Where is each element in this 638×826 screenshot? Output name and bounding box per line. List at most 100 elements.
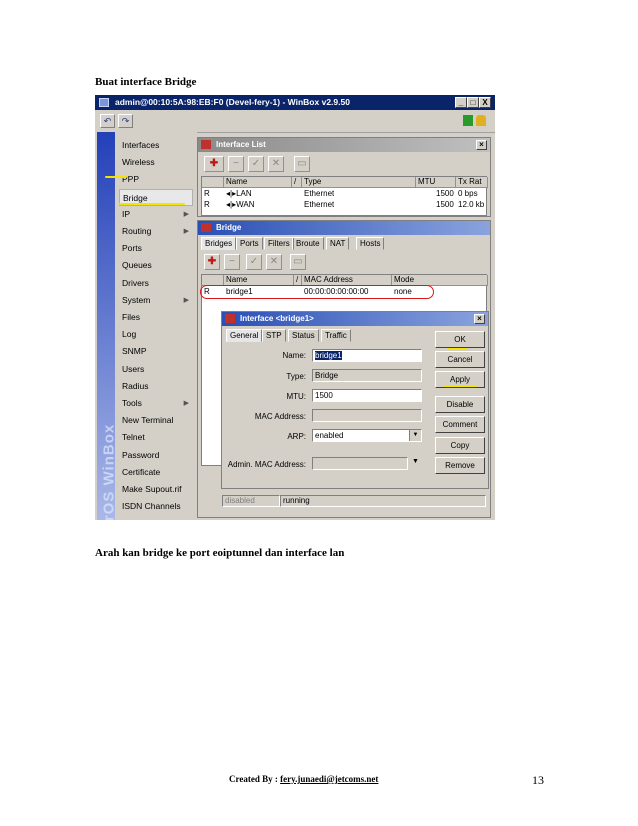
sidebar-item-system[interactable]: System ▶ (119, 292, 193, 309)
sidebar-item-make-supout-rif[interactable]: Make Supout.rif (119, 481, 193, 498)
comment-bridge-icon[interactable]: ▭ (290, 254, 306, 270)
sidebar-item-label: System (122, 294, 151, 305)
winbox-brand-text: erOS WinBox (100, 423, 118, 520)
interface-list-window: Interface List × ✚ − ✓ ✕ ▭ Name / Type M… (197, 137, 491, 217)
footer-email[interactable]: fery.junaedi@jetcoms.net (280, 774, 378, 784)
undo-icon[interactable]: ↶ (100, 114, 115, 128)
interface-table: Name / Type MTU Tx Rat R ◂|▸LAN Ethernet 15… (201, 176, 488, 216)
winbox-toolbar: ↶ ↷ (95, 110, 495, 133)
enable-icon[interactable]: ✓ (248, 156, 264, 172)
interface-list-close-button[interactable]: × (476, 140, 487, 150)
sidebar-item-label: Ports (122, 243, 142, 254)
type-label: Type: (286, 372, 306, 381)
tab-traffic[interactable]: Traffic (321, 329, 351, 342)
sidebar-item-snmp[interactable]: SNMP (119, 343, 193, 360)
ok-highlight-underline (447, 348, 467, 350)
arp-select[interactable]: enabled ▼ (312, 429, 422, 442)
interface-list-icon (201, 140, 211, 149)
tab-stp[interactable]: STP (262, 329, 286, 342)
sidebar-item-label: Telnet (122, 432, 145, 443)
name-header[interactable]: Name (224, 177, 292, 188)
add-bridge-button[interactable]: ✚ (204, 254, 220, 270)
disable-bridge-icon[interactable]: ✕ (266, 254, 282, 270)
tab-status[interactable]: Status (288, 329, 319, 342)
sidebar-item-label: Users (122, 363, 145, 374)
maximize-button[interactable]: □ (467, 97, 479, 108)
add-interface-button[interactable]: ✚ (204, 156, 224, 172)
sidebar-item-routing[interactable]: Routing ▶ (119, 223, 193, 240)
sidebar-item-log[interactable]: Log (119, 326, 193, 343)
row-name[interactable]: ◂|▸WAN (226, 199, 254, 210)
name-field[interactable]: bridge1 (312, 349, 422, 362)
admin-mac-field[interactable] (312, 457, 408, 470)
mtu-field[interactable]: 1500 (312, 389, 422, 402)
winbox-title: admin@00:10:5A:98:EB:F0 (Devel-fery-1) -… (115, 97, 350, 107)
sidebar-item-label: Certificate (122, 466, 161, 477)
sidebar-item-label: Routing (122, 226, 152, 236)
cancel-button[interactable]: Cancel (435, 351, 485, 368)
copy-button[interactable]: Copy (435, 437, 485, 454)
sidebar-item-interfaces[interactable]: Interfaces (119, 137, 193, 154)
tab-filters[interactable]: Filters (264, 237, 294, 250)
sidebar-item-files[interactable]: Files (119, 309, 193, 326)
remove-button[interactable]: Remove (435, 457, 485, 474)
doc-heading-2: Arah kan bridge ke port eoiptunnel dan i… (95, 547, 345, 559)
type-header[interactable]: Type (302, 177, 416, 188)
disable-icon[interactable]: ✕ (268, 156, 284, 172)
winbox-brand: erOS WinBox (97, 132, 118, 520)
row-flag: R (204, 200, 210, 209)
sidebar-item-certificate[interactable]: Certificate (119, 464, 193, 481)
name-value: bridge1 (315, 351, 342, 360)
type-field: Bridge (312, 369, 422, 382)
admin-mac-label: Admin. MAC Address: (227, 460, 306, 469)
submenu-arrow-icon: ▶ (183, 228, 189, 235)
sidebar-item-drivers[interactable]: Drivers (119, 275, 193, 292)
row-name[interactable]: ◂|▸LAN (226, 188, 252, 199)
comment-button[interactable]: Comment (435, 416, 485, 433)
tab-general[interactable]: General (226, 329, 263, 342)
sidebar-item-ppp[interactable]: PPP (119, 171, 193, 188)
tab-ports[interactable]: Ports (236, 237, 263, 250)
enable-bridge-icon[interactable]: ✓ (246, 254, 262, 270)
sidebar-item-wireless[interactable]: Wireless (119, 154, 193, 171)
sidebar-item-tools[interactable]: Tools ▶ (119, 395, 193, 412)
sidebar-item-password[interactable]: Password (119, 447, 193, 464)
sidebar-item-label: Bridge (123, 192, 148, 203)
mtu-header[interactable]: MTU (416, 177, 456, 188)
sidebar-item-radius[interactable]: Radius (119, 378, 193, 395)
admin-mac-dropdown-icon[interactable]: ▼ (412, 458, 419, 465)
arp-dropdown-icon[interactable]: ▼ (409, 430, 421, 441)
sidebar-item-new-terminal[interactable]: New Terminal (119, 412, 193, 429)
ok-button[interactable]: OK (435, 331, 485, 348)
winbox-screenshot: admin@00:10:5A:98:EB:F0 (Devel-fery-1) -… (95, 95, 495, 520)
sidebar-item-label: IP (122, 208, 131, 219)
minimize-button[interactable]: _ (455, 97, 467, 108)
sidebar-item-users[interactable]: Users (119, 361, 193, 378)
tab-hosts[interactable]: Hosts (356, 237, 385, 250)
tab-bridges[interactable]: Bridges (201, 237, 237, 250)
sidebar-item-label: Queues (122, 260, 152, 271)
sidebar-item-isdn-channels[interactable]: ISDN Channels (119, 498, 193, 515)
tx-header[interactable]: Tx Rat (456, 177, 488, 188)
redo-icon[interactable]: ↷ (118, 114, 133, 128)
sidebar-item-ports[interactable]: Ports (119, 240, 193, 257)
interface-dialog-close-button[interactable]: × (474, 314, 485, 324)
row-tx: 12.0 kb (458, 200, 485, 209)
comment-icon[interactable]: ▭ (294, 156, 310, 172)
remove-icon[interactable]: − (228, 156, 244, 172)
sort-header[interactable]: / (292, 177, 302, 188)
sidebar-item-label: Radius (122, 380, 149, 391)
sidebar-item-queues[interactable]: Queues (119, 257, 193, 274)
close-button[interactable]: X (479, 97, 491, 108)
remove-bridge-icon[interactable]: − (224, 254, 240, 270)
tab-broute[interactable]: Broute (292, 237, 324, 250)
sidebar-item-ip[interactable]: IP ▶ (119, 206, 193, 223)
bridge-title: Bridge (216, 223, 242, 232)
lock-icon[interactable] (476, 115, 486, 126)
tab-nat[interactable]: NAT (326, 237, 350, 250)
sidebar-item-telnet[interactable]: Telnet (119, 429, 193, 446)
bridge-highlight-underline (119, 203, 185, 205)
row-tx: 0 bps (458, 189, 478, 198)
disable-button[interactable]: Disable (435, 396, 485, 413)
winbox-app-icon (99, 98, 109, 107)
